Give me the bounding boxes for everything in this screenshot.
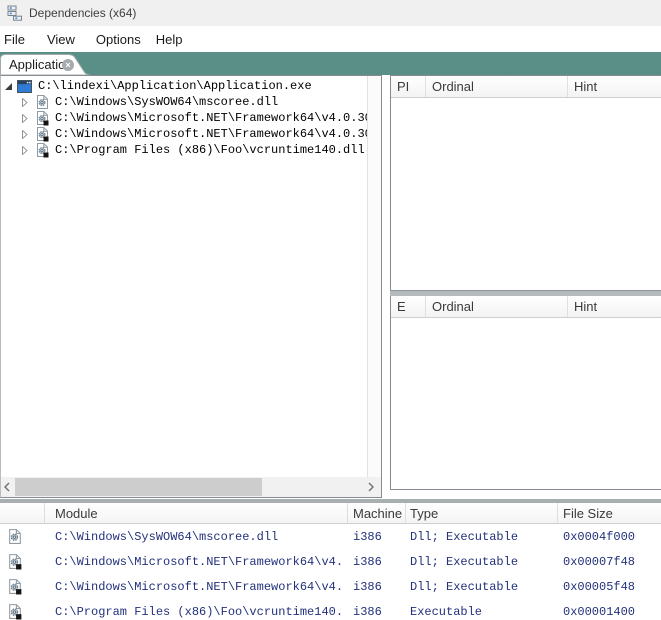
module-file-size: 0x00005f48	[558, 580, 661, 594]
column-header-ordinal[interactable]: Ordinal	[426, 76, 568, 97]
module-row-mscoree[interactable]: C:\Windows\SysWOW64\mscoree.dll i386 Dll…	[0, 524, 661, 549]
menu-file[interactable]: File	[0, 28, 32, 51]
module-type: Dll; Executable	[406, 580, 558, 594]
module-path: C:\Windows\SysWOW64\mscoree.dll	[45, 530, 348, 544]
tree-item-label: C:\lindexi\Application\Application.exe	[38, 79, 312, 93]
column-header-file-size[interactable]: File Size	[558, 503, 661, 523]
module-file-size: 0x0004f000	[558, 530, 661, 544]
tree-item-label: C:\Windows\Microsoft.NET\Framework64\v4.…	[55, 111, 367, 125]
module-file-size: 0x00001400	[558, 605, 661, 619]
exports-panel: E Ordinal Hint	[390, 296, 661, 490]
dll-gear-icon	[8, 603, 22, 620]
column-header-type[interactable]: Type	[406, 503, 558, 523]
tree-item-vcruntime140[interactable]: C:\Program Files (x86)\Foo\vcruntime140.…	[1, 142, 367, 158]
dll-gear-icon	[36, 126, 49, 142]
x64-badge	[44, 121, 49, 126]
tab-application[interactable]: Application ×	[0, 52, 100, 75]
menu-view[interactable]: View	[40, 28, 82, 51]
dependency-tree: C:\lindexi\Application\Application.exe C…	[1, 76, 367, 476]
dll-gear-icon	[8, 553, 22, 570]
tab-strip: Application ×	[0, 52, 661, 75]
column-header-ordinal[interactable]: Ordinal	[426, 296, 568, 317]
modules-table: Module Machine Type File Size C:\Windows…	[0, 503, 661, 620]
module-file-size: 0x00007f48	[558, 555, 661, 569]
dll-gear-icon	[8, 578, 22, 595]
column-header-machine[interactable]: Machine	[348, 503, 406, 523]
tree-item-framework64-2[interactable]: C:\Windows\Microsoft.NET\Framework64\v4.…	[1, 126, 367, 142]
module-type: Dll; Executable	[406, 555, 558, 569]
module-machine: i386	[348, 530, 406, 544]
tree-item-label: C:\Windows\SysWOW64\mscoree.dll	[55, 95, 278, 109]
x64-badge	[16, 589, 21, 594]
x64-badge	[16, 614, 21, 619]
scroll-left-icon[interactable]	[3, 480, 11, 494]
module-path: C:\Windows\Microsoft.NET\Framework64\v4.	[45, 555, 348, 569]
imports-header: PI Ordinal Hint	[391, 76, 661, 98]
app-icon	[7, 5, 23, 21]
module-row-framework64-2[interactable]: C:\Windows\Microsoft.NET\Framework64\v4.…	[0, 574, 661, 599]
module-path: C:\Windows\Microsoft.NET\Framework64\v4.	[45, 580, 348, 594]
title-bar: Dependencies (x64)	[0, 0, 661, 26]
scroll-right-icon[interactable]	[367, 480, 375, 494]
x64-badge	[44, 137, 49, 142]
menu-bar: File View Options Help	[0, 26, 661, 52]
tree-item-application-exe[interactable]: C:\lindexi\Application\Application.exe	[1, 78, 367, 94]
tree-item-mscoree[interactable]: C:\Windows\SysWOW64\mscoree.dll	[1, 94, 367, 110]
module-row-framework64-1[interactable]: C:\Windows\Microsoft.NET\Framework64\v4.…	[0, 549, 661, 574]
imports-panel: PI Ordinal Hint	[390, 75, 661, 290]
module-type: Executable	[406, 605, 558, 619]
dependency-tree-panel: C:\lindexi\Application\Application.exe C…	[0, 75, 382, 498]
scrollbar-thumb[interactable]	[15, 478, 262, 496]
menu-help[interactable]: Help	[149, 28, 190, 51]
tree-item-label: C:\Windows\Microsoft.NET\Framework64\v4.…	[55, 127, 367, 141]
tab-close-icon[interactable]: ×	[62, 59, 74, 71]
module-type: Dll; Executable	[406, 530, 558, 544]
module-machine: i386	[348, 555, 406, 569]
module-path: C:\Program Files (x86)\Foo\vcruntime140.	[45, 605, 348, 619]
application-window-icon	[17, 80, 32, 93]
app-window: Dependencies (x64) File View Options Hel…	[0, 0, 661, 620]
dll-gear-icon	[36, 94, 49, 110]
window-title: Dependencies (x64)	[29, 6, 136, 20]
column-header-hint[interactable]: Hint	[568, 296, 661, 317]
tree-horizontal-scrollbar[interactable]	[1, 477, 381, 497]
dll-gear-icon	[36, 142, 49, 158]
menu-options[interactable]: Options	[89, 28, 148, 51]
module-row-vcruntime140[interactable]: C:\Program Files (x86)\Foo\vcruntime140.…	[0, 599, 661, 620]
tree-item-label: C:\Program Files (x86)\Foo\vcruntime140.…	[55, 143, 365, 157]
x64-badge	[16, 564, 21, 569]
dll-gear-icon	[8, 528, 22, 545]
dll-gear-icon	[36, 110, 49, 126]
expander-collapsed-icon[interactable]	[20, 130, 29, 139]
modules-table-header: Module Machine Type File Size	[0, 503, 661, 524]
tree-item-framework64-1[interactable]: C:\Windows\Microsoft.NET\Framework64\v4.…	[1, 110, 367, 126]
column-header-icon[interactable]	[0, 503, 45, 523]
column-header-hint[interactable]: Hint	[568, 76, 661, 97]
module-machine: i386	[348, 580, 406, 594]
expander-collapsed-icon[interactable]	[20, 98, 29, 107]
expander-expanded-icon[interactable]	[4, 82, 13, 91]
column-header-e[interactable]: E	[391, 296, 426, 317]
expander-collapsed-icon[interactable]	[20, 114, 29, 123]
column-header-pi[interactable]: PI	[391, 76, 426, 97]
module-machine: i386	[348, 605, 406, 619]
exports-header: E Ordinal Hint	[391, 296, 661, 318]
tree-vertical-scrollbar[interactable]	[367, 76, 381, 477]
x64-badge	[44, 153, 49, 158]
expander-collapsed-icon[interactable]	[20, 146, 29, 155]
column-header-module[interactable]: Module	[45, 503, 348, 523]
